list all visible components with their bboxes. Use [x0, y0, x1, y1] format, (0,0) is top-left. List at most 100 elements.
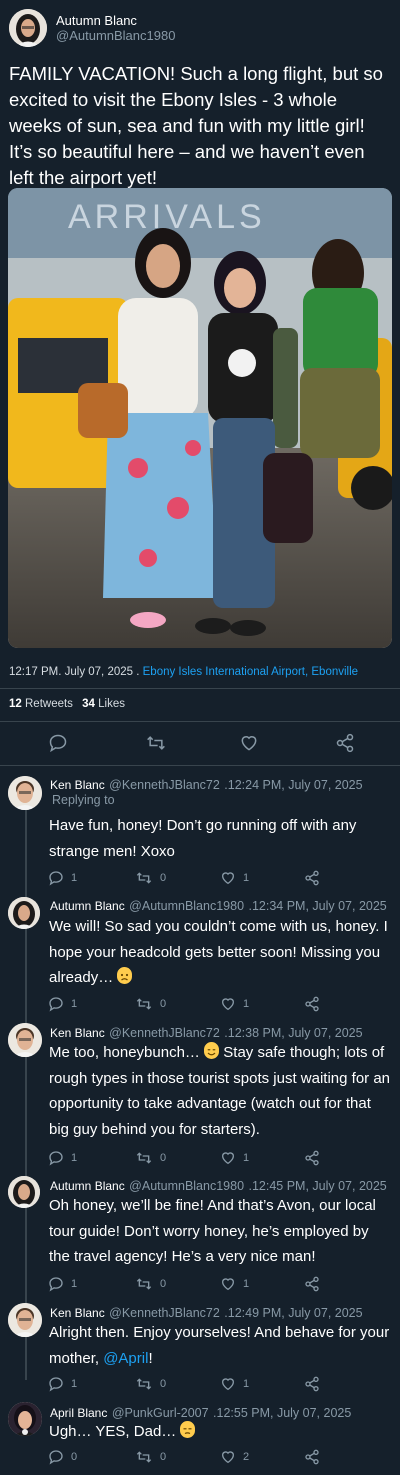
retweet-count: 0: [160, 1378, 167, 1390]
reply-author-handle[interactable]: @AutumnBlanc1980: [129, 1179, 244, 1193]
like-count: 1: [243, 872, 250, 884]
reply-author-name[interactable]: Autumn Blanc: [50, 899, 125, 913]
reply-count: 0: [71, 1451, 78, 1463]
reply-avatar[interactable]: [8, 1402, 42, 1436]
reply-time: .12:24 PM, July 07, 2025: [224, 778, 363, 792]
reply-line-text: !: [148, 1349, 153, 1367]
reply-icon[interactable]: [48, 1376, 64, 1392]
share-icon[interactable]: [304, 1449, 320, 1465]
divider: [0, 765, 400, 766]
reply-icon[interactable]: [48, 870, 64, 886]
smiling-face-emoji: [204, 1042, 220, 1059]
reply-text: We will! So sad you couldn’t come with u…: [49, 914, 397, 991]
retweet-icon[interactable]: [135, 996, 153, 1012]
share-icon[interactable]: [304, 1376, 320, 1392]
like-icon[interactable]: [220, 996, 236, 1012]
author-handle[interactable]: @AutumnBlanc1980: [56, 28, 175, 43]
reply-author-handle[interactable]: @KennethJBlanc72: [109, 1026, 220, 1040]
like-icon[interactable]: [220, 1376, 236, 1392]
share-icon[interactable]: [304, 870, 320, 886]
reply-line: strange men! Xoxo: [49, 842, 175, 860]
like-icon[interactable]: [220, 870, 236, 886]
reply-avatar[interactable]: [8, 776, 42, 810]
reply-text: Oh honey, we’ll be fine! And that’s Avon…: [49, 1193, 397, 1270]
reply-author-handle[interactable]: @KennethJBlanc72: [109, 778, 220, 792]
retweet-icon[interactable]: [135, 1150, 153, 1166]
like-count: 2: [243, 1451, 250, 1463]
reply-author-handle[interactable]: @KennethJBlanc72: [109, 1306, 220, 1320]
reply-line: opportunity to take advantage (watch out…: [49, 1095, 371, 1112]
share-icon[interactable]: [335, 733, 355, 753]
like-icon[interactable]: [220, 1276, 236, 1292]
reply-icon[interactable]: [48, 996, 64, 1012]
thread-line: [25, 810, 27, 1380]
reply-author-name[interactable]: Ken Blanc: [50, 1306, 105, 1320]
author-name[interactable]: Autumn Blanc: [56, 13, 137, 28]
like-count: 1: [243, 1152, 250, 1164]
reply-author-handle[interactable]: @AutumnBlanc1980: [129, 899, 244, 913]
reply-time: .12:49 PM, July 07, 2025: [224, 1306, 363, 1320]
reply-line: We will! So sad you couldn’t come with u…: [49, 918, 388, 935]
reply-count: 1: [71, 872, 78, 884]
like-icon[interactable]: [239, 733, 259, 753]
reply-author-name[interactable]: Autumn Blanc: [50, 1179, 125, 1193]
reply-author-name[interactable]: April Blanc: [50, 1406, 107, 1420]
share-icon[interactable]: [304, 1150, 320, 1166]
retweets-label[interactable]: Retweets: [25, 698, 73, 710]
divider: [0, 688, 400, 689]
retweet-icon[interactable]: [135, 870, 153, 886]
reply-avatar[interactable]: [8, 897, 40, 929]
reply-text: Have fun, honey! Don’t go running off wi…: [49, 813, 394, 864]
reply-header: Ken Blanc @KennethJBlanc72 .12:24 PM, Ju…: [50, 776, 363, 794]
reply-icon[interactable]: [48, 733, 68, 753]
reply-author-name[interactable]: Ken Blanc: [50, 1026, 105, 1040]
like-count: 1: [243, 998, 250, 1010]
reply-avatar[interactable]: [8, 1176, 40, 1208]
likes-count[interactable]: 34: [82, 698, 95, 710]
reply-time: .12:55 PM, July 07, 2025: [213, 1406, 352, 1420]
reply-icon[interactable]: [48, 1276, 64, 1292]
reply-icon[interactable]: [48, 1449, 64, 1465]
reply-header: Autumn Blanc @AutumnBlanc1980 .12:34 PM,…: [50, 897, 387, 915]
retweet-icon[interactable]: [145, 733, 167, 753]
like-icon[interactable]: [220, 1150, 236, 1166]
retweet-count: 0: [160, 1451, 167, 1463]
like-count: 1: [243, 1378, 250, 1390]
share-icon[interactable]: [304, 996, 320, 1012]
reply-text: Ugh… YES, Dad…: [49, 1419, 397, 1445]
likes-label[interactable]: Likes: [98, 698, 125, 710]
sad-face-emoji: [117, 967, 133, 984]
author-avatar[interactable]: [9, 9, 47, 47]
retweets-count[interactable]: 12: [9, 698, 22, 710]
retweet-icon[interactable]: [135, 1376, 153, 1392]
tweet-photo[interactable]: ARRIVALS: [8, 188, 392, 648]
reply-count: 1: [71, 1278, 78, 1290]
reply-text: Alright then. Enjoy yourselves! And beha…: [49, 1320, 397, 1371]
reply-line: Ugh… YES, Dad…: [49, 1419, 397, 1445]
like-icon[interactable]: [220, 1449, 236, 1465]
retweet-icon[interactable]: [135, 1449, 153, 1465]
reply-line: tour guide! Don’t worry honey, he’s empl…: [49, 1222, 369, 1240]
reply-avatar[interactable]: [8, 1023, 42, 1057]
reply-line: Alright then. Enjoy yourselves! And beha…: [49, 1324, 390, 1341]
reply-line: Have fun, honey! Don’t go running off wi…: [49, 817, 357, 834]
share-icon[interactable]: [304, 1276, 320, 1292]
reply-text: Me too, honeybunch… Stay safe though; lo…: [49, 1040, 399, 1142]
reply-line-text: mother,: [49, 1349, 100, 1367]
tweet-timestamp: 12:17 PM. July 07, 2025 . Ebony Isles In…: [9, 666, 358, 678]
reply-avatar[interactable]: [8, 1303, 42, 1337]
reply-line-text: Me too, honeybunch…: [49, 1044, 200, 1061]
retweet-count: 0: [160, 1278, 167, 1290]
reply-time: .12:34 PM, July 07, 2025: [248, 899, 387, 913]
replying-to-label: Replying to: [52, 793, 115, 807]
unamused-face-emoji: [180, 1421, 196, 1438]
mention-link[interactable]: @April: [103, 1350, 148, 1367]
retweet-icon[interactable]: [135, 1276, 153, 1292]
tweet-text: FAMILY VACATION! Such a long flight, but…: [9, 63, 383, 188]
reply-author-name[interactable]: Ken Blanc: [50, 778, 105, 792]
reply-author-handle[interactable]: @PunkGurl-2007: [112, 1406, 209, 1420]
reply-count: 1: [71, 998, 78, 1010]
tweet-location[interactable]: Ebony Isles International Airport, Ebonv…: [143, 666, 358, 678]
tweet-stats: 12 Retweets 34 Likes: [9, 698, 125, 710]
reply-icon[interactable]: [48, 1150, 64, 1166]
